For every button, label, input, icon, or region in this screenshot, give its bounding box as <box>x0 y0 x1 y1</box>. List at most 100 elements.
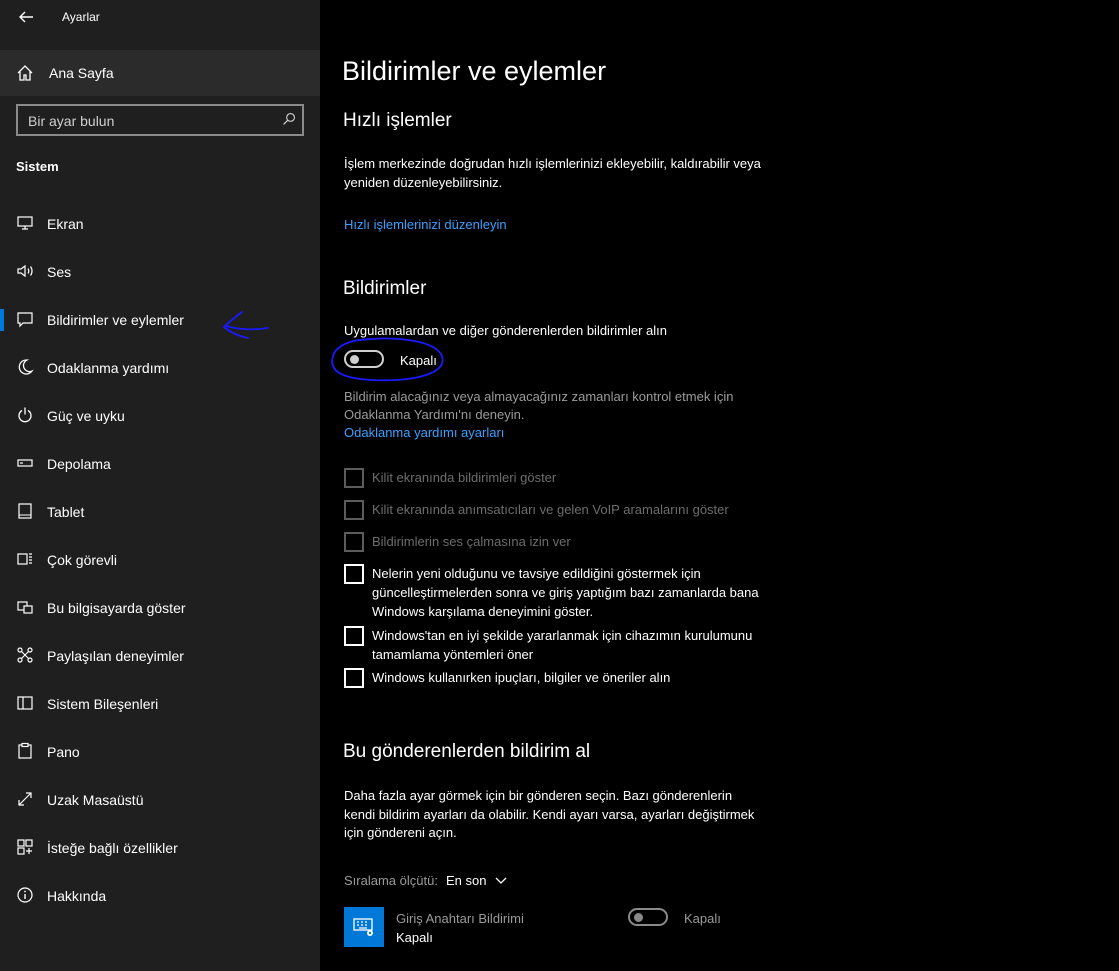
sidebar-item-label: Ses <box>47 264 72 280</box>
info-icon <box>16 886 34 904</box>
sidebar-item[interactable]: Bu bilgisayarda göster <box>0 585 320 631</box>
quick-actions-desc-2: yeniden düzenleyebilirsiniz. <box>344 175 503 190</box>
sender-toggle[interactable] <box>628 908 668 926</box>
sidebar-item-label: Hakkında <box>47 888 107 904</box>
project-icon <box>16 598 34 616</box>
sidebar-item[interactable]: Sistem Bileşenleri <box>0 681 320 727</box>
checkbox-label: Windows'tan en iyi şekilde yararlanmak i… <box>372 626 812 664</box>
share-icon <box>16 646 34 664</box>
remote-desktop-icon <box>16 790 34 808</box>
main-content: Bildirimler ve eylemler Hızlı işlemler İ… <box>320 0 1119 971</box>
search-input[interactable]: Bir ayar bulun <box>16 104 304 136</box>
sidebar-item-label: Bu bilgisayarda göster <box>47 600 186 616</box>
chevron-down-icon <box>494 873 508 887</box>
quick-actions-heading: Hızlı işlemler <box>343 110 452 131</box>
checkbox-label: Kilit ekranında bildirimleri göster <box>372 468 812 487</box>
clipboard-icon <box>16 742 34 760</box>
speaker-icon <box>16 262 34 280</box>
sender-toggle-state: Kapalı <box>684 911 721 926</box>
app-tile <box>344 907 384 947</box>
page-title: Bildirimler ve eylemler <box>342 56 607 86</box>
sidebar-item[interactable]: Bildirimler ve eylemler <box>0 297 320 343</box>
search-icon <box>282 112 296 126</box>
checkbox[interactable] <box>344 626 364 646</box>
section-label: Sistem <box>16 159 59 174</box>
focus-assist-link[interactable]: Odaklanma yardımı ayarları <box>344 425 504 440</box>
checkbox[interactable] <box>344 500 364 520</box>
checkbox[interactable] <box>344 564 364 584</box>
notification-icon <box>16 310 34 328</box>
back-button[interactable] <box>8 4 42 30</box>
sidebar-item[interactable]: İsteğe bağlı özellikler <box>0 825 320 871</box>
sort-dropdown[interactable]: Sıralama ölçütü: En son <box>344 871 544 891</box>
checkbox-label-line: Kilit ekranında bildirimleri göster <box>372 470 557 485</box>
sidebar-item[interactable]: Depolama <box>0 441 320 487</box>
sidebar-item[interactable]: Uzak Masaüstü <box>0 777 320 823</box>
sidebar-item-label: Uzak Masaüstü <box>47 792 144 808</box>
focus-assist-text-1: Bildirim alacağınız veya almayacağınız z… <box>344 389 734 404</box>
sidebar-item[interactable]: Ses <box>0 249 320 295</box>
sidebar-item-label: Tablet <box>47 504 85 520</box>
checkbox-label-line: Windows karşılama deneyimini göster. <box>372 604 594 619</box>
sidebar-item[interactable]: Paylaşılan deneyimler <box>0 633 320 679</box>
moon-icon <box>16 358 34 376</box>
components-icon <box>16 694 34 712</box>
sidebar-item[interactable]: Ekran <box>0 201 320 247</box>
quick-actions-desc-1: İşlem merkezinde doğrudan hızlı işlemler… <box>344 156 761 171</box>
senders-desc-1: Daha fazla ayar görmek için bir gönderen… <box>344 788 733 803</box>
home-nav-item[interactable]: Ana Sayfa <box>0 50 320 96</box>
checkbox[interactable] <box>344 668 364 688</box>
sidebar-item-label: Paylaşılan deneyimler <box>47 648 184 664</box>
monitor-icon <box>16 214 34 232</box>
sort-label: Sıralama ölçütü: <box>344 873 438 888</box>
sidebar-item-label: Çok görevli <box>47 552 118 568</box>
storage-icon <box>16 454 34 472</box>
sidebar-item-label: Sistem Bileşenleri <box>47 696 159 712</box>
sidebar-item-label: Depolama <box>47 456 111 472</box>
notifications-heading: Bildirimler <box>343 278 427 299</box>
sidebar-item[interactable]: Odaklanma yardımı <box>0 345 320 391</box>
sender-app-status: Kapalı <box>396 930 433 945</box>
optional-features-icon <box>16 838 34 856</box>
sidebar-item[interactable]: Pano <box>0 729 320 775</box>
checkbox-label-line: Kilit ekranında anımsatıcıları ve gelen … <box>372 502 729 517</box>
checkbox-label-line: tamamlama yöntemleri öner <box>372 647 534 662</box>
edit-quick-actions-link[interactable]: Hızlı işlemlerinizi düzenleyin <box>344 217 507 232</box>
sidebar-item-label: Odaklanma yardımı <box>47 360 170 376</box>
multitask-icon <box>16 550 34 568</box>
checkbox-label-line: güncelleştirmelerden sonra ve giriş yapt… <box>372 585 759 600</box>
sidebar-item[interactable]: Güç ve uyku <box>0 393 320 439</box>
checkbox[interactable] <box>344 532 364 552</box>
sidebar-item[interactable]: Tablet <box>0 489 320 535</box>
senders-desc-2: kendi bildirim ayarları da olabilir. Ken… <box>344 807 755 822</box>
sidebar-item-label: İsteğe bağlı özellikler <box>47 840 178 856</box>
notifications-toggle[interactable] <box>344 350 384 368</box>
sidebar-item[interactable]: Çok görevli <box>0 537 320 583</box>
back-arrow-icon <box>17 8 35 26</box>
checkbox-label-line: Windows kullanırken ipuçları, bilgiler v… <box>372 670 671 685</box>
sidebar-item[interactable]: Hakkında <box>0 873 320 919</box>
senders-desc-3: için göndereni açın. <box>344 825 457 840</box>
senders-heading: Bu gönderenlerden bildirim al <box>343 741 591 762</box>
focus-assist-text-2: Odaklanma Yardımı'nı deneyin. <box>344 407 525 422</box>
sidebar-item-label: Ekran <box>47 216 84 232</box>
checkbox-label: Windows kullanırken ipuçları, bilgiler v… <box>372 668 812 687</box>
toggle-knob <box>634 913 643 922</box>
app-title: Ayarlar <box>62 10 100 24</box>
notifications-toggle-caption: Uygulamalardan ve diğer gönderenlerden b… <box>344 323 668 338</box>
sender-app-name: Giriş Anahtarı Bildirimi <box>396 911 524 926</box>
checkbox-label: Bildirimlerin ses çalmasına izin ver <box>372 532 812 551</box>
checkbox-label-line: Windows'tan en iyi şekilde yararlanmak i… <box>372 628 753 643</box>
power-icon <box>16 406 34 424</box>
home-icon <box>16 64 34 82</box>
checkbox-label-line: Bildirimlerin ses çalmasına izin ver <box>372 534 571 549</box>
sidebar: Ayarlar Ana Sayfa Bir ayar bulun Sistem … <box>0 0 320 971</box>
toggle-knob <box>350 355 359 364</box>
sender-row[interactable]: Giriş Anahtarı Bildirimi Kapalı <box>320 900 800 954</box>
keyboard-settings-icon <box>353 917 375 937</box>
tablet-icon <box>16 502 34 520</box>
checkbox[interactable] <box>344 468 364 488</box>
sort-value: En son <box>446 873 487 888</box>
sidebar-item-label: Pano <box>47 744 80 760</box>
search-placeholder: Bir ayar bulun <box>28 113 115 129</box>
